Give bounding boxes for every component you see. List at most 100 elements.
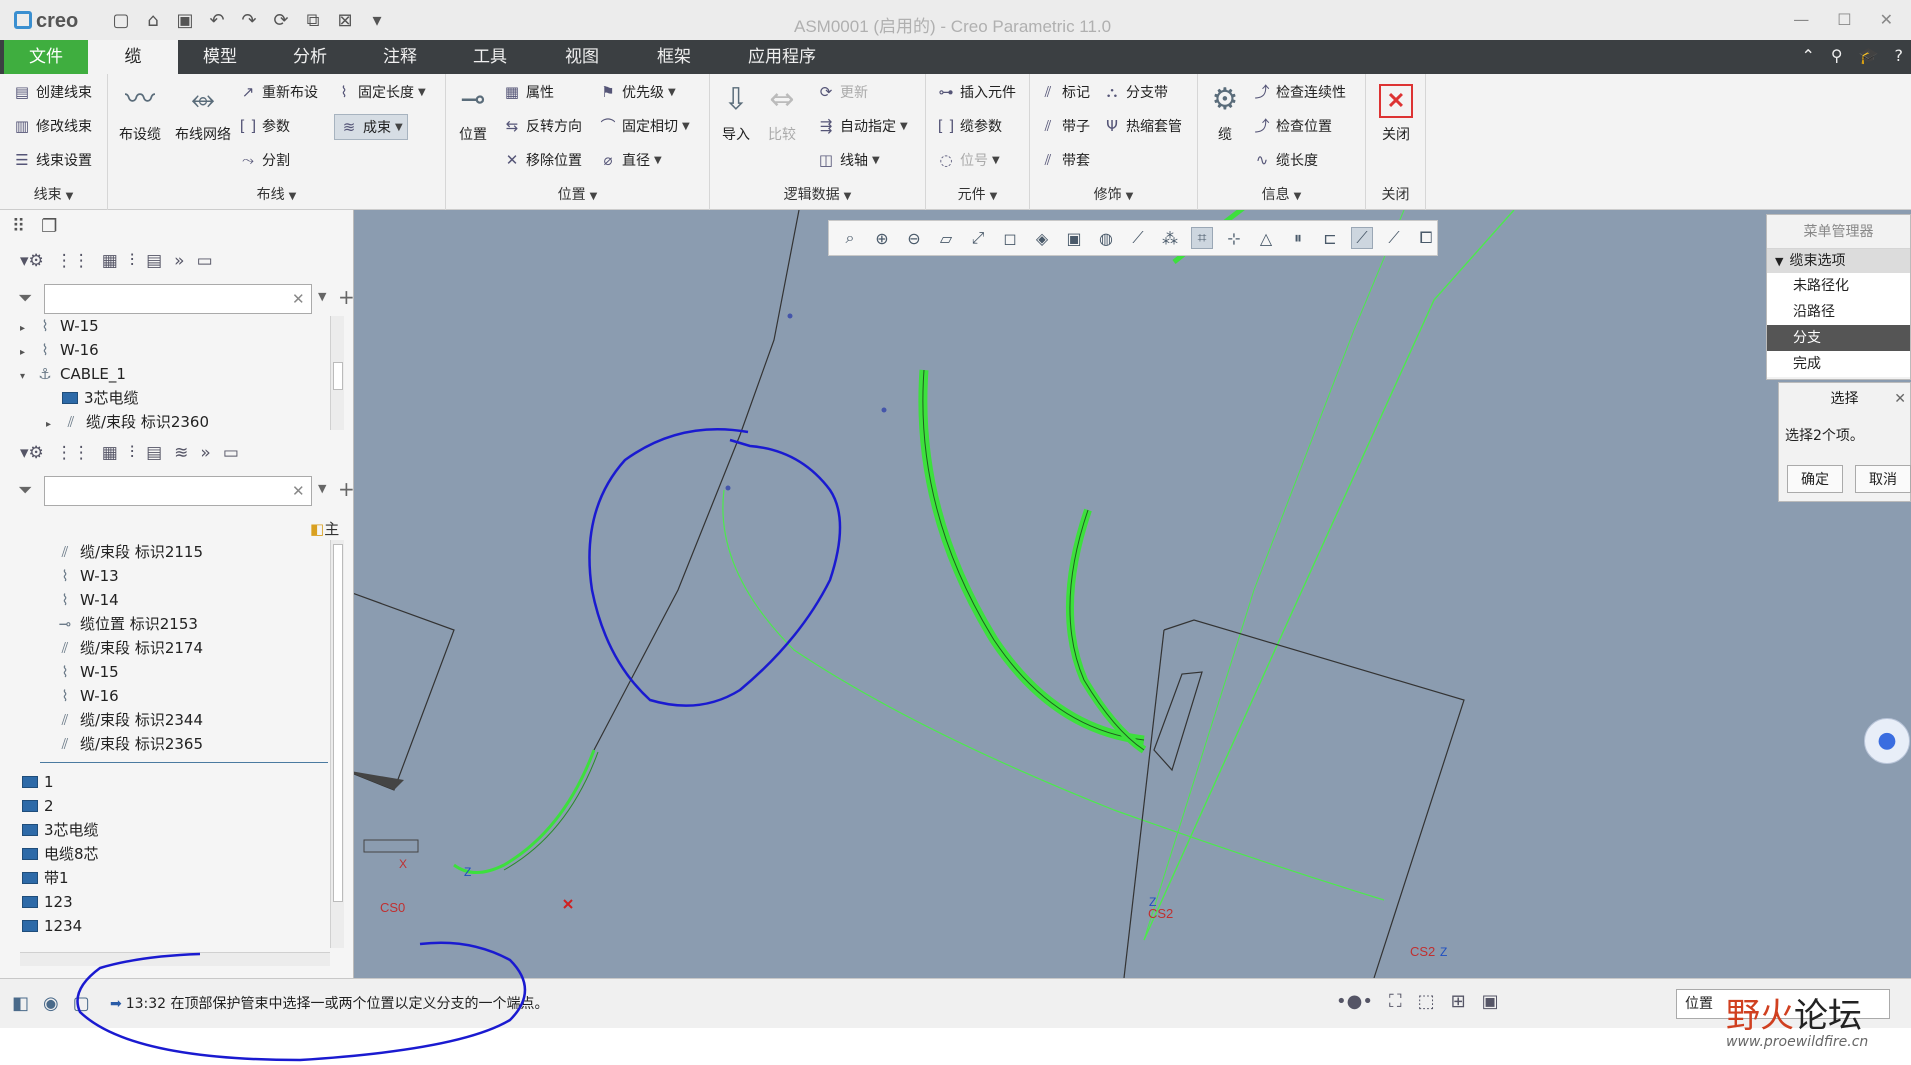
create-harness-button[interactable]: ▤ 创建线束: [12, 82, 92, 102]
select-tool-icon[interactable]: ⊞: [1451, 991, 1466, 1012]
tree-columns-icon[interactable]: ▦: [102, 251, 118, 271]
close-icon[interactable]: ✕: [1880, 10, 1893, 29]
graphics-viewport[interactable]: CS0 X Z CS2 Z CS2 Z ⌕ ⊕ ⊖ ▱ ⤢ ◻ ◈ ▣ ◍ ⟋ …: [354, 210, 1911, 978]
tree-filter-icon[interactable]: ⫶: [130, 443, 134, 463]
route-cable-button[interactable]: 〰布设缆: [114, 80, 166, 144]
group-label-component[interactable]: 元件 ▼: [926, 184, 1029, 204]
tab-cable[interactable]: 缆: [88, 40, 178, 74]
view-normal-icon[interactable]: ⤢: [967, 228, 989, 248]
find-icon[interactable]: ⛶: [1389, 991, 1402, 1012]
smart-select-icon[interactable]: •●•: [1336, 991, 1373, 1012]
zoom-out-icon[interactable]: ⊖: [903, 229, 925, 248]
main-column-header[interactable]: ◧主: [310, 518, 339, 539]
tree-node[interactable]: ▸ ⌇ W-16: [20, 338, 326, 362]
expand-icon[interactable]: ▸: [46, 413, 60, 432]
top-tree-scrollbar[interactable]: [330, 316, 344, 430]
filter-dropdown-icon[interactable]: ▼: [318, 290, 326, 303]
tree-node[interactable]: ⌇ W-16: [20, 684, 326, 708]
group-label-logical[interactable]: 逻辑数据 ▼: [710, 184, 925, 204]
refit-icon[interactable]: ⌕: [839, 228, 861, 248]
mouse-help-icon[interactable]: ●: [1864, 718, 1910, 764]
close-cable-button[interactable]: ✕ 关闭: [1370, 84, 1422, 144]
toggle-navigator-icon[interactable]: ◧: [12, 993, 29, 1014]
fullscreen-icon[interactable]: ⧠: [1415, 228, 1437, 248]
branch-band-button[interactable]: ⛬ 分支带: [1102, 82, 1168, 102]
minimize-ribbon-icon[interactable]: ⌃: [1801, 46, 1814, 65]
tree-columns-icon[interactable]: ▦: [102, 443, 118, 463]
bottom-tree-scrollbar[interactable]: [330, 540, 344, 948]
insert-component-button[interactable]: ⊶ 插入元件: [936, 82, 1017, 102]
search-icon[interactable]: ⚲: [1831, 46, 1843, 65]
group-label-decoration[interactable]: 修饰 ▼: [1030, 184, 1197, 204]
tree-node[interactable]: ⌇ W-14: [20, 588, 326, 612]
auto-assign-button[interactable]: ⇶ 自动指定 ▼: [816, 116, 908, 136]
import-button[interactable]: ⇩ 导入: [714, 80, 758, 144]
split-button[interactable]: ⤳ 分割: [238, 150, 290, 170]
learning-icon[interactable]: 🎓: [1859, 46, 1879, 65]
harness-settings-button[interactable]: ☰ 线束设置: [12, 150, 92, 170]
expand-icon[interactable]: ⋮⋮: [56, 251, 90, 271]
windows-icon[interactable]: ⧉: [302, 10, 324, 32]
close-window-icon[interactable]: ⊠: [334, 10, 356, 32]
menu-item[interactable]: 分支: [1767, 325, 1910, 351]
redo-icon[interactable]: ↷: [238, 10, 260, 32]
group-label-location[interactable]: 位置 ▼: [446, 184, 709, 204]
spool-item[interactable]: 带1: [20, 866, 326, 890]
full-screen-icon[interactable]: ▢: [73, 993, 90, 1014]
group-label-routing[interactable]: 布线 ▼: [108, 184, 445, 204]
tree-node[interactable]: ▾ ⚓ CABLE_1: [20, 362, 326, 386]
diameter-button[interactable]: ⌀ 直径 ▼: [598, 150, 661, 170]
tree-node[interactable]: ⫽ 缆/束段 标识2115: [20, 540, 326, 564]
tree-node[interactable]: ▸ ⫽ 缆/束段 标识2360: [20, 410, 326, 432]
selection-buffer-icon[interactable]: ▣: [1482, 991, 1499, 1012]
menu-section-header[interactable]: ▼ 缆束选项: [1767, 249, 1910, 273]
tree-settings-icon[interactable]: ▾⚙: [20, 251, 44, 271]
tab-view[interactable]: 视图: [540, 40, 624, 74]
spin-center-icon[interactable]: ⊹: [1223, 229, 1245, 248]
open-folder-icon[interactable]: ⌂: [142, 10, 164, 32]
detail-icon[interactable]: ▭: [223, 443, 239, 463]
clear-filter-icon[interactable]: ✕: [292, 290, 305, 308]
ok-button[interactable]: 确定: [1787, 465, 1843, 493]
reroute-button[interactable]: ↗ 重新布设: [238, 82, 318, 102]
check-location-button[interactable]: ⤴ 检查位置: [1252, 116, 1332, 136]
modify-harness-button[interactable]: ▥ 修改线束: [12, 116, 92, 136]
expand-icon[interactable]: ⋮⋮: [56, 443, 90, 463]
selection-box-icon[interactable]: ⬚: [1418, 991, 1435, 1012]
tree-settings-icon[interactable]: ▾⚙: [20, 443, 44, 463]
tools-icon[interactable]: ⊏: [1319, 229, 1341, 248]
minimize-icon[interactable]: —: [1793, 10, 1809, 29]
perspective-icon[interactable]: ◍: [1095, 229, 1117, 248]
save-icon[interactable]: ▣: [174, 10, 196, 32]
route-network-button[interactable]: ⥈ 布线网络: [168, 80, 238, 144]
tab-analysis[interactable]: 分析: [268, 40, 352, 74]
update-button[interactable]: ⟳ 更新: [816, 82, 868, 102]
cable-length-button[interactable]: ∿ 缆长度: [1252, 150, 1318, 170]
params-button[interactable]: [ ] 参数: [238, 116, 290, 136]
remove-location-button[interactable]: ✕ 移除位置: [502, 150, 582, 170]
menu-item[interactable]: 未路径化: [1767, 273, 1910, 299]
view-manager-icon[interactable]: ▣: [1063, 229, 1085, 248]
tab-framework[interactable]: 框架: [632, 40, 716, 74]
add-filter-icon[interactable]: +: [338, 477, 355, 501]
clear-filter-icon[interactable]: ✕: [292, 482, 305, 500]
undo-icon[interactable]: ↶: [206, 10, 228, 32]
tree-node[interactable]: ⌇ W-13: [20, 564, 326, 588]
menu-item[interactable]: 完成: [1767, 351, 1910, 377]
tree-node[interactable]: ⫽ 缆/束段 标识2365: [20, 732, 326, 756]
saved-views-icon[interactable]: ◻: [999, 229, 1021, 248]
compare-button[interactable]: ⇔ 比较: [760, 80, 804, 144]
more-icon[interactable]: »: [174, 251, 184, 271]
regenerate-icon[interactable]: ⟳: [270, 10, 292, 32]
reverse-direction-button[interactable]: ⇆ 反转方向: [502, 116, 582, 136]
menu-item[interactable]: 沿路径: [1767, 299, 1910, 325]
bundle-button[interactable]: ≋ 成束 ▼: [334, 114, 408, 140]
group-label-info[interactable]: 信息 ▼: [1198, 184, 1365, 204]
datum-display-icon[interactable]: ⁂: [1159, 229, 1181, 248]
tree-node[interactable]: ⫽ 缆/束段 标识2344: [20, 708, 326, 732]
new-file-icon[interactable]: ▢: [110, 10, 132, 32]
tab-annotate[interactable]: 注释: [358, 40, 442, 74]
fixed-length-button[interactable]: ⌇ 固定长度 ▼: [334, 82, 425, 102]
customize-qat-icon[interactable]: ▾: [366, 10, 388, 32]
bottom-tree-search-input[interactable]: [44, 476, 312, 506]
